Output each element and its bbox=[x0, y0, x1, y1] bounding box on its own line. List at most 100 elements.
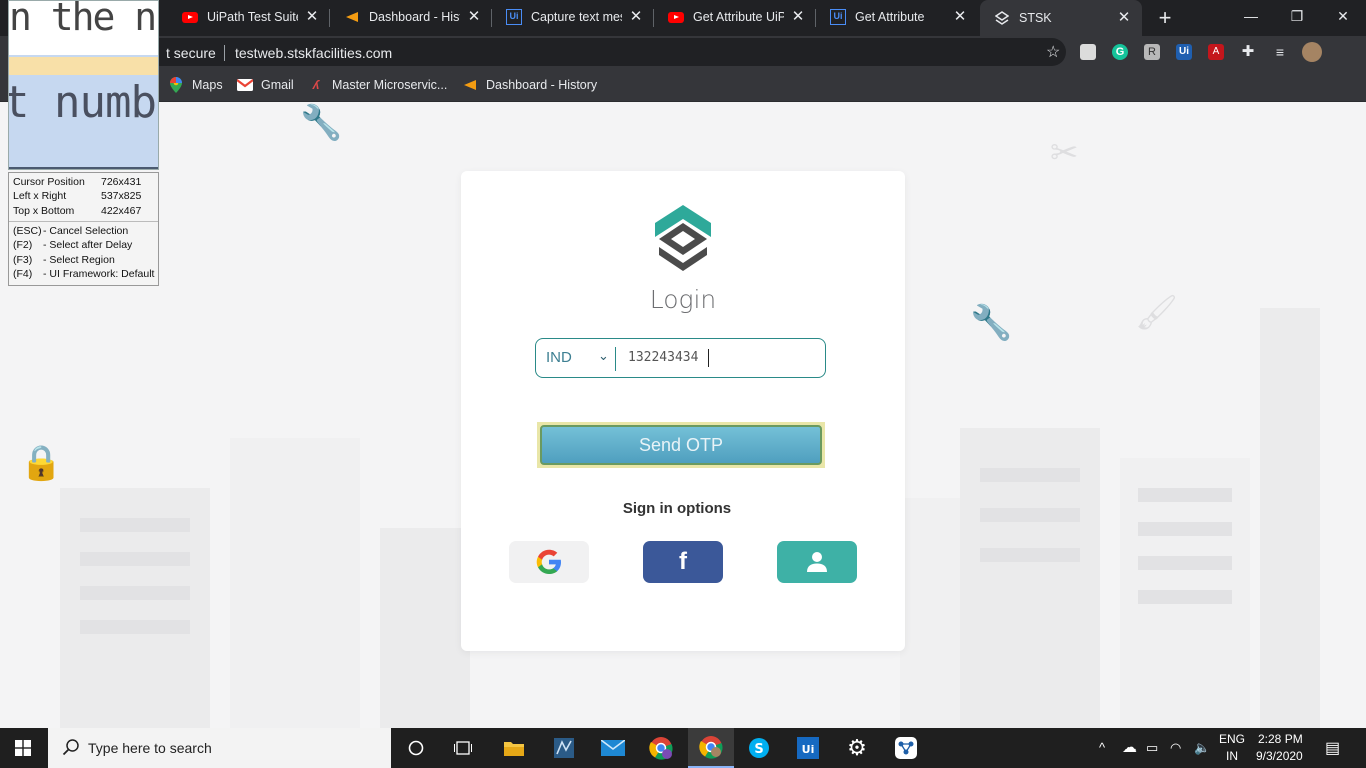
chrome-icon bbox=[699, 736, 723, 759]
close-icon[interactable]: ✕ bbox=[628, 9, 644, 25]
selection-info-panel: Cursor Position 726x431 Left x Right 537… bbox=[8, 172, 159, 286]
login-title: Login bbox=[649, 285, 717, 314]
bookmarks-bar: Maps Gmail ʎ Master Microservic... Dashb… bbox=[0, 68, 1366, 102]
flame-icon bbox=[344, 9, 360, 25]
browser-tab-strip: UiPath Test Suite: C ✕ Dashboard - Histo… bbox=[0, 0, 1366, 36]
windows-logo-icon bbox=[15, 740, 31, 756]
bookmark-master-microservice[interactable]: ʎ Master Microservic... bbox=[308, 68, 448, 101]
extensions-puzzle-icon[interactable]: ✚ bbox=[1240, 44, 1256, 60]
url-text[interactable]: testweb.stskfacilities.com bbox=[235, 45, 392, 61]
cortana-icon bbox=[408, 740, 424, 756]
app-button-network[interactable] bbox=[883, 728, 929, 768]
taskbar: Type here to search S Ui ⚙ ^ ☁ ▭ ◠ 🔈 ENG… bbox=[0, 728, 1366, 768]
cursor-position-row: Cursor Position 726x431 bbox=[13, 176, 142, 188]
country-code-select[interactable]: IND ⌄ bbox=[546, 348, 616, 369]
tab-stsk[interactable]: STSK ✕ bbox=[980, 0, 1142, 36]
facebook-signin-button[interactable]: f bbox=[643, 541, 723, 583]
clock-date[interactable]: 9/3/2020 bbox=[1256, 749, 1303, 763]
background-paint-icon: 🖌 bbox=[1135, 294, 1179, 332]
search-placeholder: Type here to search bbox=[88, 740, 212, 756]
user-signin-button[interactable] bbox=[777, 541, 857, 583]
notifications-icon[interactable]: ▤ bbox=[1325, 738, 1340, 758]
taskbar-search-box[interactable]: Type here to search bbox=[48, 728, 391, 768]
bookmark-gmail[interactable]: Gmail bbox=[237, 68, 294, 101]
app-button-tool[interactable] bbox=[541, 728, 587, 768]
background-lock-icon: 🔒 bbox=[20, 444, 63, 482]
task-view-button[interactable] bbox=[440, 728, 486, 768]
close-icon[interactable]: ✕ bbox=[790, 9, 806, 25]
phone-number-input[interactable]: 132243434 bbox=[628, 350, 698, 365]
tab-capture-text[interactable]: Ui Capture text mess ✕ bbox=[492, 0, 654, 34]
file-explorer-button[interactable] bbox=[491, 728, 537, 768]
bookmark-maps[interactable]: Maps bbox=[168, 68, 223, 101]
skype-button[interactable]: S bbox=[736, 728, 782, 768]
skype-icon: S bbox=[749, 738, 769, 758]
uipath-icon: Ui bbox=[797, 737, 819, 759]
close-icon[interactable]: ✕ bbox=[1116, 10, 1132, 26]
extension-r-icon[interactable]: R bbox=[1144, 44, 1160, 60]
top-bottom-row: Top x Bottom 422x467 bbox=[13, 205, 142, 217]
background-tools-icon: ✂ bbox=[1050, 134, 1079, 172]
cortana-button[interactable] bbox=[393, 728, 439, 768]
extension-cube-icon[interactable] bbox=[1080, 44, 1096, 60]
background-building bbox=[60, 488, 210, 728]
close-icon[interactable]: ✕ bbox=[304, 9, 320, 25]
bookmark-star-icon[interactable]: ☆ bbox=[1046, 42, 1060, 62]
stsk-logo bbox=[655, 205, 711, 271]
security-label[interactable]: t secure bbox=[166, 45, 216, 61]
youtube-icon bbox=[668, 9, 684, 25]
language-indicator[interactable]: ENG bbox=[1219, 732, 1245, 746]
media-control-icon[interactable]: ≡ bbox=[1272, 44, 1288, 60]
onedrive-cloud-icon[interactable]: ☁ bbox=[1122, 738, 1137, 756]
tab-title: Get Attribute bbox=[855, 10, 925, 24]
shortcut-f4: (F4) - UI Framework: Default bbox=[13, 268, 155, 280]
start-button[interactable] bbox=[0, 728, 46, 768]
browser-toolbar: t secure testweb.stskfacilities.com ☆ bbox=[0, 36, 1366, 68]
new-tab-button[interactable]: + bbox=[1152, 5, 1178, 31]
search-icon bbox=[62, 739, 79, 756]
chrome-canary-button[interactable] bbox=[638, 728, 684, 768]
google-signin-button[interactable] bbox=[509, 541, 589, 583]
address-bar[interactable]: t secure testweb.stskfacilities.com ☆ bbox=[8, 38, 1066, 66]
language-region[interactable]: IN bbox=[1226, 749, 1238, 763]
bookmark-label: Maps bbox=[192, 77, 223, 92]
bookmark-dashboard-history[interactable]: Dashboard - History bbox=[462, 68, 597, 101]
tab-get-attribute-video[interactable]: Get Attribute UiPa ✕ bbox=[654, 0, 816, 34]
tab-uipath-test-suite[interactable]: UiPath Test Suite: C ✕ bbox=[168, 0, 330, 34]
close-icon[interactable]: ✕ bbox=[952, 9, 968, 25]
shortcut-esc: (ESC) - Cancel Selection bbox=[13, 225, 129, 237]
selection-zoom-preview: n the n t numb bbox=[8, 0, 159, 170]
minimize-button[interactable]: — bbox=[1228, 0, 1274, 32]
chevron-down-icon: ⌄ bbox=[598, 348, 609, 363]
clock-time[interactable]: 2:28 PM bbox=[1258, 732, 1303, 746]
volume-icon[interactable]: 🔈 bbox=[1194, 740, 1210, 756]
uipath-studio-button[interactable]: Ui bbox=[785, 728, 831, 768]
youtube-icon bbox=[182, 9, 198, 25]
country-code-value: IND bbox=[546, 349, 572, 366]
tab-get-attribute[interactable]: Ui Get Attribute ✕ bbox=[816, 0, 978, 34]
battery-icon[interactable]: ▭ bbox=[1146, 740, 1158, 756]
close-icon[interactable]: ✕ bbox=[466, 9, 482, 25]
wifi-icon[interactable]: ◠ bbox=[1170, 740, 1181, 756]
settings-button[interactable]: ⚙ bbox=[834, 728, 880, 768]
profile-avatar[interactable] bbox=[1302, 42, 1322, 62]
svg-text:S: S bbox=[754, 742, 763, 757]
phone-input-group: IND ⌄ 132243434 bbox=[535, 338, 826, 378]
window-close-button[interactable]: ✕ bbox=[1320, 0, 1366, 32]
restore-button[interactable]: ❐ bbox=[1274, 0, 1320, 32]
web-page: 🔧 ✂ 🔧 🔒 🖌 Login IND ⌄ 132243434 Send OTP… bbox=[0, 103, 1366, 728]
background-building bbox=[380, 528, 470, 728]
mail-button[interactable] bbox=[590, 728, 636, 768]
bookmark-label: Gmail bbox=[261, 77, 294, 92]
gear-icon: ⚙ bbox=[847, 735, 867, 760]
chrome-button[interactable] bbox=[688, 728, 734, 768]
acrobat-icon[interactable]: A bbox=[1208, 44, 1224, 60]
send-otp-button[interactable]: Send OTP bbox=[537, 422, 825, 468]
tab-title: UiPath Test Suite: C bbox=[207, 10, 298, 24]
grammarly-icon[interactable]: G bbox=[1112, 44, 1128, 60]
show-hidden-icons-chevron-icon[interactable]: ^ bbox=[1099, 740, 1105, 755]
background-building bbox=[230, 438, 360, 728]
tab-dashboard-history[interactable]: Dashboard - Histo ✕ bbox=[330, 0, 492, 34]
background-wrench-icon: 🔧 bbox=[970, 304, 1013, 342]
uipath-extension-icon[interactable]: Ui bbox=[1176, 44, 1192, 60]
